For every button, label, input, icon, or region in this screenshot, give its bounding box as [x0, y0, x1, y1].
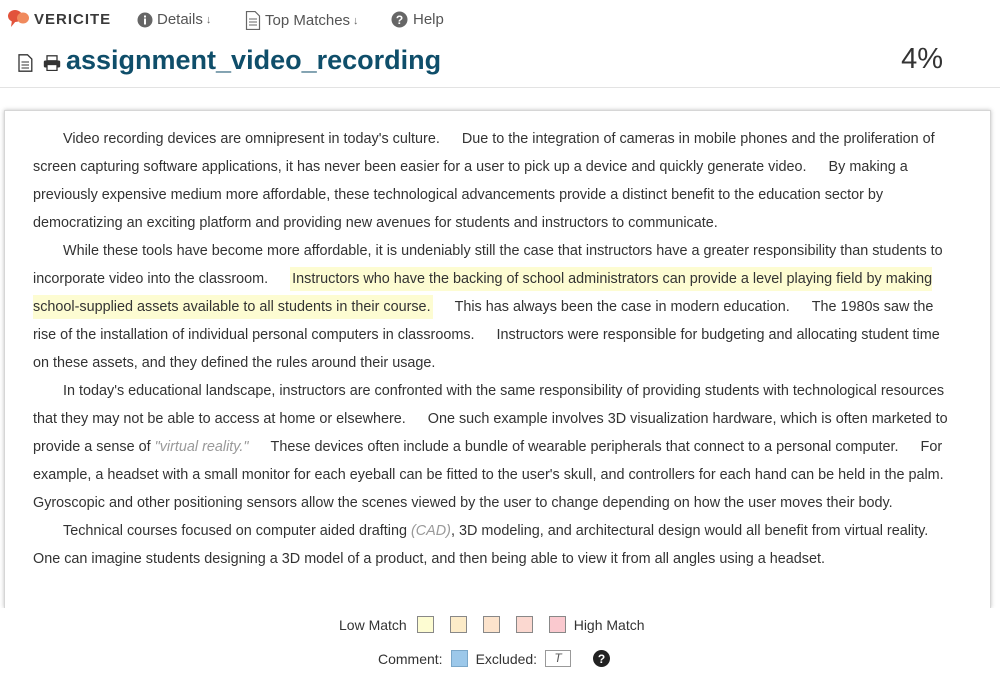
swatch-level-2: [449, 616, 467, 633]
details-label: Details: [157, 11, 203, 28]
document-icon[interactable]: [18, 54, 33, 72]
paragraph-2: While these tools have become more affor…: [33, 237, 958, 377]
print-icon[interactable]: [43, 55, 61, 71]
paragraph-4: Technical courses focused on computer ai…: [33, 517, 958, 573]
legend-bar: Low Match High Match Comment: Excluded: …: [0, 608, 1000, 677]
comment-swatch: [450, 650, 468, 667]
excluded-text: (CAD): [410, 523, 451, 539]
document-actions: [18, 54, 61, 72]
details-menu[interactable]: Details ↓: [137, 11, 211, 28]
svg-text:?: ?: [396, 13, 403, 27]
sentence: Technical courses focused on computer ai…: [63, 523, 411, 539]
vericite-logo: VERICITE: [8, 9, 111, 29]
page-title: assignment_video_recording: [66, 45, 442, 75]
help-menu[interactable]: ? Help: [391, 11, 444, 28]
comment-label: Comment:: [378, 650, 443, 667]
sentence: Video recording devices are omnipresent …: [63, 131, 440, 147]
sentence: This has always been the case in modern …: [454, 299, 790, 315]
top-matches-menu[interactable]: Top Matches ↓: [245, 11, 359, 30]
excluded-label: Excluded:: [475, 650, 538, 667]
swatch-level-4: [515, 616, 533, 633]
document-text: Video recording devices are omnipresent …: [33, 125, 958, 573]
swatch-level-1: [416, 616, 434, 633]
excluded-swatch: T: [545, 650, 572, 667]
similarity-score: 4%: [901, 43, 943, 75]
top-matches-label: Top Matches: [265, 12, 351, 29]
logo-icon: [8, 10, 29, 27]
legend-help-icon[interactable]: ?: [593, 650, 611, 667]
top-bar: VERICITE Details ↓ Top Matches ↓ ? Help: [0, 0, 1000, 40]
paragraph-3: In today's educational landscape, instru…: [33, 377, 958, 517]
comment-legend: Comment: Excluded: T ?: [378, 650, 611, 667]
info-icon: [137, 12, 153, 27]
low-match-label: Low Match: [339, 616, 407, 633]
help-label: Help: [413, 11, 444, 28]
match-legend: Low Match High Match: [339, 616, 645, 633]
sentence: These devices often include a bundle of …: [270, 439, 899, 455]
title-bar: assignment_video_recording 4%: [0, 40, 1000, 88]
document-viewer[interactable]: Video recording devices are omnipresent …: [4, 110, 991, 608]
excluded-quote: "virtual reality.": [154, 439, 249, 455]
paragraph-1: Video recording devices are omnipresent …: [33, 125, 958, 237]
chevron-down-icon: ↓: [353, 14, 359, 27]
document-icon: [245, 11, 261, 30]
help-icon: ?: [391, 11, 408, 28]
brand-name: VERICITE: [34, 10, 112, 28]
chevron-down-icon: ↓: [205, 13, 212, 26]
swatch-level-3: [482, 616, 500, 633]
high-match-label: High Match: [573, 616, 645, 633]
swatch-level-5: [548, 616, 566, 633]
